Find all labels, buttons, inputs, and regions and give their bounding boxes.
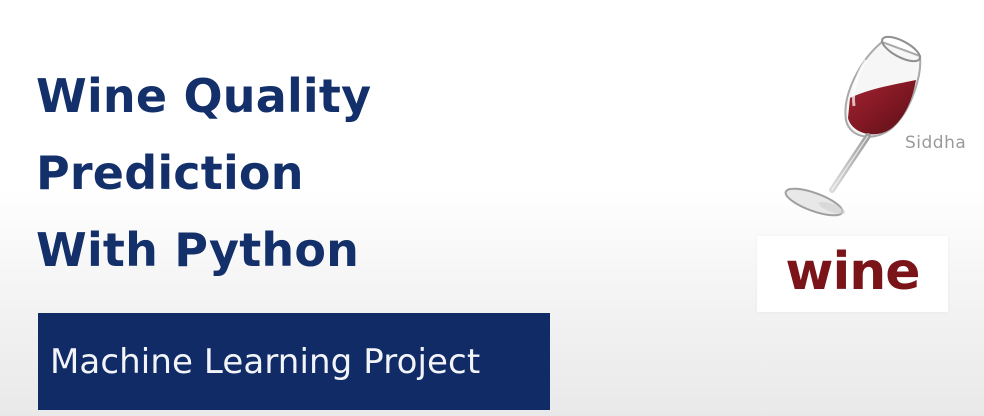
wine-glass-icon xyxy=(784,35,922,217)
subtitle-box: Machine Learning Project xyxy=(38,313,550,410)
subtitle-text: Machine Learning Project xyxy=(50,341,481,382)
wine-logo: wine xyxy=(757,236,948,312)
title-line-2: Prediction xyxy=(36,146,304,200)
author-name-partial: Siddha xyxy=(905,133,967,153)
title-line-1: Wine Quality xyxy=(36,69,372,123)
wine-logo-text: wine xyxy=(785,242,920,302)
title-line-3: With Python xyxy=(36,223,360,277)
title: Wine Quality Prediction With Python xyxy=(36,58,371,289)
